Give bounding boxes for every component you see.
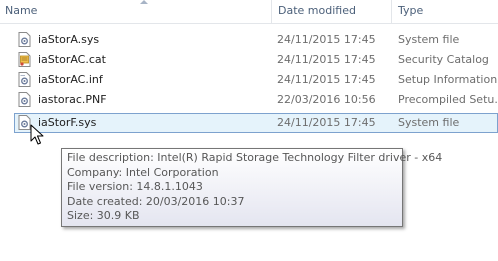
file-date-modified: 24/11/2015 17:45 [277,33,376,46]
file-type: System file [398,33,460,46]
tooltip-file-description: File description: Intel(R) Rapid Storage… [67,151,443,164]
column-divider[interactable] [391,0,392,23]
tooltip-size: Size: 30.9 KB [67,209,140,222]
file-type: Security Catalog [398,53,489,66]
file-name: iastorac.PNF [38,93,107,106]
system-file-icon [18,32,31,47]
sort-arrow-icon [140,0,148,4]
file-info-tooltip: File description: Intel(R) Rapid Storage… [61,148,443,227]
tooltip-file-version: File version: 14.8.1.1043 [67,180,203,193]
column-header-date-modified[interactable]: Date modified [278,4,356,17]
file-type: System file [398,116,460,129]
column-header-bar: Name Date modified Type [0,0,498,24]
security-catalog-icon [18,52,31,67]
file-row[interactable]: iastorac.PNF 22/03/2016 10:56 Precompile… [14,90,498,110]
file-name: iaStorAC.inf [38,73,103,86]
column-header-name[interactable]: Name [5,4,37,17]
setup-information-icon [18,72,31,87]
file-name: iaStorF.sys [38,116,97,129]
file-name: iaStorAC.cat [38,53,106,66]
file-type: Precompiled Setu... [398,93,498,106]
file-date-modified: 24/11/2015 17:45 [277,53,376,66]
file-row[interactable]: iaStorF.sys 24/11/2015 17:45 System file [14,113,498,133]
mouse-pointer-icon [30,124,44,145]
column-divider[interactable] [271,0,272,23]
precompiled-setup-icon [18,92,31,107]
tooltip-date-created: Date created: 20/03/2016 10:37 [67,194,245,208]
file-date-modified: 24/11/2015 17:45 [277,73,376,86]
file-date-modified: 24/11/2015 17:45 [277,116,376,129]
file-date-modified: 22/03/2016 10:56 [277,93,376,106]
tooltip-company: Company: Intel Corporation [67,165,219,179]
file-name: iaStorA.sys [38,33,100,46]
file-type: Setup Information [398,73,498,86]
column-header-type[interactable]: Type [398,4,423,17]
file-row[interactable]: iaStorAC.cat 24/11/2015 17:45 Security C… [14,50,498,70]
file-row[interactable]: iaStorAC.inf 24/11/2015 17:45 Setup Info… [14,70,498,90]
file-row[interactable]: iaStorA.sys 24/11/2015 17:45 System file [14,30,498,50]
